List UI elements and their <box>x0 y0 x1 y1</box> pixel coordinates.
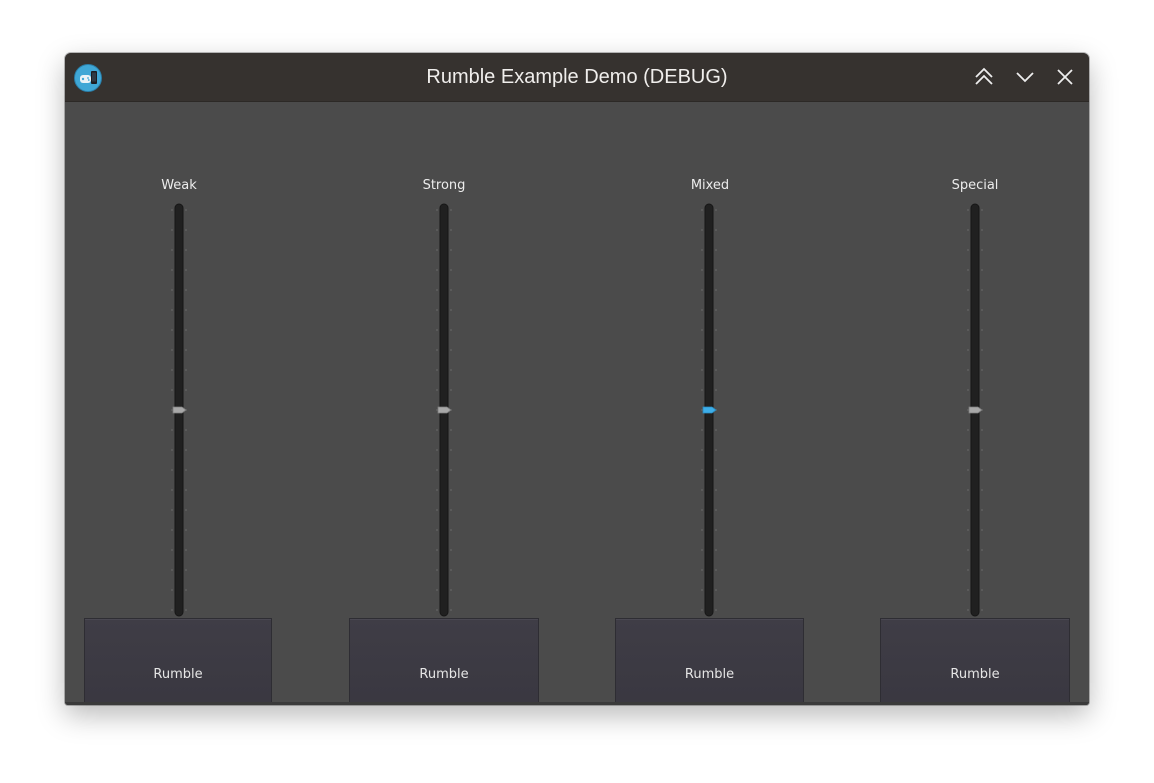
window-bottom-edge <box>65 702 1089 705</box>
minimize-button[interactable] <box>1013 65 1037 89</box>
slider-handle[interactable] <box>702 406 717 414</box>
slider-column-mixed: Mixed Rumble <box>615 102 805 705</box>
slider-column-special: Special Rumble <box>880 102 1070 705</box>
slider-label: Strong <box>422 178 466 193</box>
close-icon <box>1057 69 1073 85</box>
main-window: Rumble Example Demo (DEBUG) Weak Rumble <box>65 53 1089 705</box>
chevron-down-icon <box>1016 72 1034 83</box>
strong-rumble-button[interactable]: Rumble <box>349 618 539 705</box>
mixed-slider[interactable] <box>689 202 729 618</box>
slider-label: Mixed <box>690 178 730 193</box>
slider-handle[interactable] <box>968 406 983 414</box>
double-chevron-up-icon <box>975 67 993 85</box>
title-bar[interactable]: Rumble Example Demo (DEBUG) <box>65 53 1089 102</box>
slider-panel: Weak Rumble Strong Rumble Mixed Rumble S… <box>65 102 1089 705</box>
slider-handle[interactable] <box>172 406 187 414</box>
weak-rumble-button[interactable]: Rumble <box>84 618 272 705</box>
slider-handle[interactable] <box>437 406 452 414</box>
slider-column-strong: Strong Rumble <box>349 102 539 705</box>
slider-graphic <box>171 203 187 617</box>
weak-slider[interactable] <box>159 202 199 618</box>
close-button[interactable] <box>1053 65 1077 89</box>
slider-label: Special <box>951 178 999 193</box>
slider-label: Weak <box>161 178 197 193</box>
slider-column-weak: Weak Rumble <box>84 102 274 705</box>
special-rumble-button[interactable]: Rumble <box>880 618 1070 705</box>
slider-graphic <box>436 203 452 617</box>
mixed-rumble-button[interactable]: Rumble <box>615 618 804 705</box>
special-slider[interactable] <box>955 202 995 618</box>
window-title: Rumble Example Demo (DEBUG) <box>426 66 728 88</box>
strong-slider[interactable] <box>424 202 464 618</box>
slider-graphic <box>701 203 717 617</box>
maximize-button[interactable] <box>972 65 996 89</box>
slider-graphic <box>967 203 983 617</box>
